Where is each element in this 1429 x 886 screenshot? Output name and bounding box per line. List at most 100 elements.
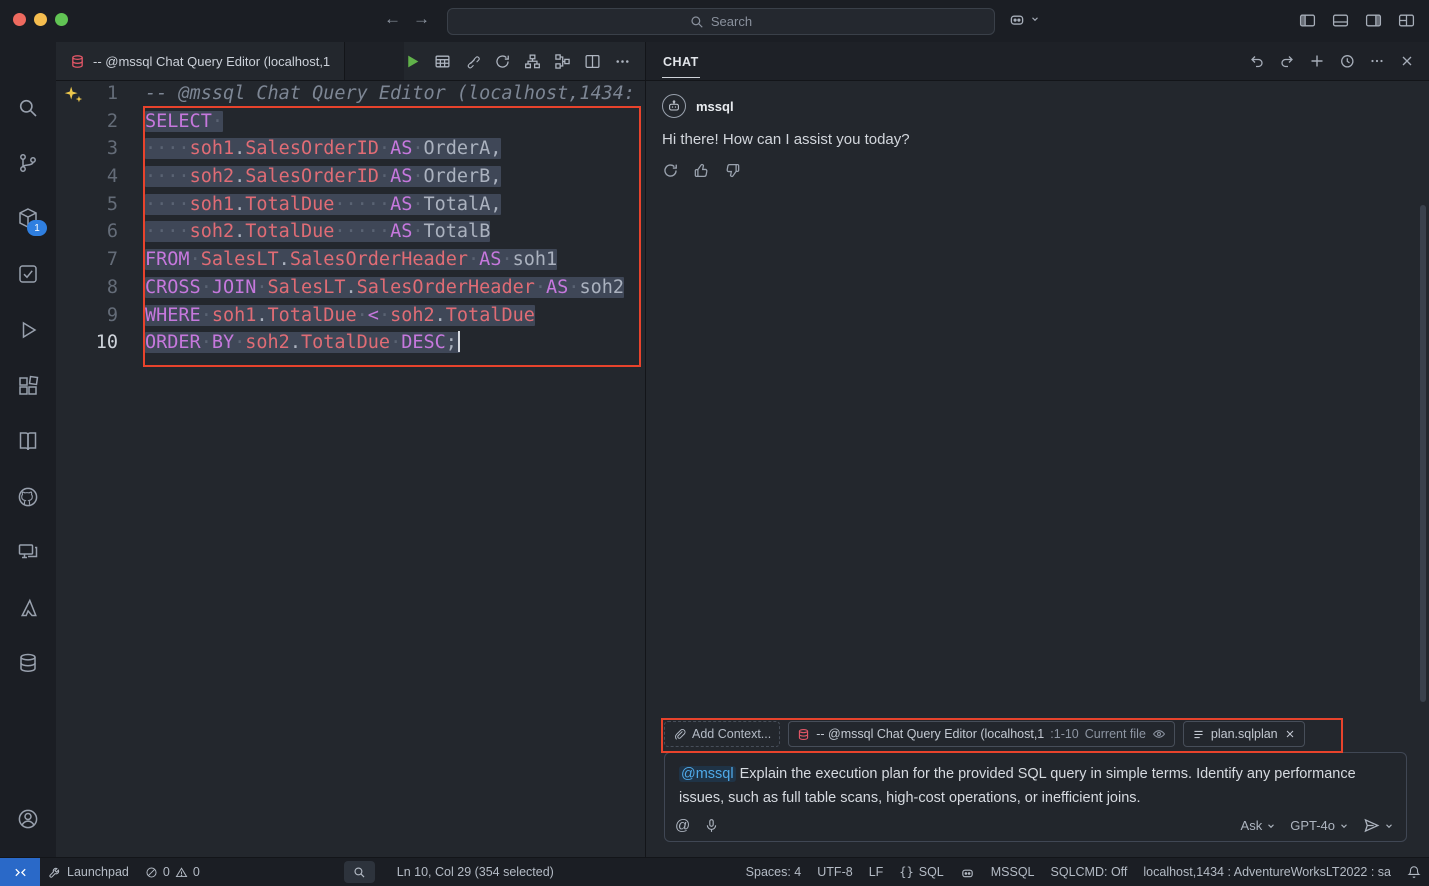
problems-status[interactable]: 0 0 bbox=[137, 858, 208, 886]
line-content[interactable]: SELECT· bbox=[118, 108, 223, 136]
command-center-search[interactable]: Search bbox=[447, 8, 995, 35]
sqlcmd-status[interactable]: SQLCMD: Off bbox=[1043, 858, 1136, 886]
toggle-secondary-sidebar-icon[interactable] bbox=[1365, 12, 1382, 29]
tab-mssql-chat-query-editor[interactable]: -- @mssql Chat Query Editor (localhost,1 bbox=[56, 42, 345, 80]
copilot-sparkle-icon[interactable] bbox=[62, 83, 84, 105]
run-query-icon[interactable] bbox=[404, 53, 421, 70]
line-number[interactable]: 2 bbox=[56, 108, 118, 136]
query-plan-icon[interactable] bbox=[524, 53, 541, 70]
line-content[interactable]: -- @mssql Chat Query Editor (localhost,1… bbox=[118, 80, 635, 108]
line-number[interactable]: 9 bbox=[56, 302, 118, 330]
line-content[interactable]: WHERE·soh1.TotalDue·<·soh2.TotalDue bbox=[118, 302, 535, 330]
language-status[interactable]: {} SQL bbox=[891, 858, 951, 886]
cursor-position-status[interactable]: Ln 10, Col 29 (354 selected) bbox=[389, 858, 562, 886]
sidebar-item-tasks[interactable] bbox=[16, 262, 40, 286]
line-number[interactable]: 8 bbox=[56, 274, 118, 302]
line-content[interactable]: ····soh2.TotalDue·····AS·TotalB bbox=[118, 218, 490, 246]
code-line[interactable]: 5····soh1.TotalDue·····AS·TotalA, bbox=[56, 191, 645, 219]
chat-input-text[interactable]: @mssql Explain the execution plan for th… bbox=[665, 753, 1406, 810]
add-context-button[interactable]: Add Context... bbox=[664, 721, 780, 747]
eye-icon[interactable] bbox=[1152, 727, 1166, 741]
mention-icon[interactable]: @ bbox=[675, 817, 690, 834]
split-editor-icon[interactable] bbox=[584, 53, 601, 70]
navigate-forward-icon[interactable]: → bbox=[413, 9, 430, 29]
code-line[interactable]: 9WHERE·soh1.TotalDue·<·soh2.TotalDue bbox=[56, 302, 645, 330]
chat-input-box[interactable]: @mssql Explain the execution plan for th… bbox=[664, 752, 1407, 842]
send-button[interactable] bbox=[1363, 817, 1394, 834]
code-line[interactable]: 4····soh2.SalesOrderID·AS·OrderB, bbox=[56, 163, 645, 191]
thumbs-up-icon[interactable] bbox=[693, 162, 710, 179]
mssql-mention[interactable]: @mssql bbox=[679, 766, 736, 782]
more-actions-icon[interactable] bbox=[614, 53, 631, 70]
sidebar-item-extensions[interactable] bbox=[16, 374, 40, 398]
mode-picker[interactable]: Ask bbox=[1241, 818, 1277, 833]
eol-status[interactable]: LF bbox=[861, 858, 892, 886]
copilot-status[interactable] bbox=[952, 858, 983, 886]
sidebar-item-database-projects[interactable] bbox=[16, 651, 40, 675]
mssql-status[interactable]: MSSQL bbox=[983, 858, 1043, 886]
context-chip-plan-file[interactable]: plan.sqlplan bbox=[1183, 721, 1305, 747]
remote-indicator[interactable] bbox=[0, 858, 40, 886]
connection-status[interactable]: localhost,1434 : AdventureWorksLT2022 : … bbox=[1135, 858, 1399, 886]
connection-icon[interactable] bbox=[464, 53, 481, 70]
code-line[interactable]: 8CROSS·JOIN·SalesLT.SalesOrderHeader·AS·… bbox=[56, 274, 645, 302]
line-number[interactable]: 4 bbox=[56, 163, 118, 191]
sidebar-item-github[interactable] bbox=[16, 485, 40, 509]
line-number[interactable]: 6 bbox=[56, 218, 118, 246]
code-line[interactable]: 6····soh2.TotalDue·····AS·TotalB bbox=[56, 218, 645, 246]
indentation-status[interactable]: Spaces: 4 bbox=[738, 858, 810, 886]
minimize-window-button[interactable] bbox=[34, 13, 47, 26]
line-content[interactable]: ORDER·BY·soh2.TotalDue·DESC; bbox=[118, 329, 460, 357]
notifications-status[interactable] bbox=[1399, 858, 1429, 886]
refresh-connection-icon[interactable] bbox=[494, 53, 511, 70]
thumbs-down-icon[interactable] bbox=[724, 162, 741, 179]
close-window-button[interactable] bbox=[13, 13, 26, 26]
microphone-icon[interactable] bbox=[704, 818, 719, 833]
code-line[interactable]: 1-- @mssql Chat Query Editor (localhost,… bbox=[56, 80, 645, 108]
sidebar-item-azure[interactable] bbox=[16, 596, 40, 620]
new-chat-icon[interactable] bbox=[1309, 53, 1325, 69]
undo-request-icon[interactable] bbox=[1249, 53, 1265, 69]
results-grid-icon[interactable] bbox=[434, 53, 451, 70]
sidebar-item-search[interactable] bbox=[16, 96, 40, 120]
code-line[interactable]: 10ORDER·BY·soh2.TotalDue·DESC; bbox=[56, 329, 645, 357]
line-content[interactable]: ····soh2.SalesOrderID·AS·OrderB, bbox=[118, 163, 501, 191]
line-number[interactable]: 7 bbox=[56, 246, 118, 274]
model-picker[interactable]: GPT-4o bbox=[1290, 818, 1349, 833]
remove-context-icon[interactable] bbox=[1284, 728, 1296, 740]
chat-history-icon[interactable] bbox=[1339, 53, 1355, 69]
customize-layout-icon[interactable] bbox=[1398, 12, 1415, 29]
line-number[interactable]: 5 bbox=[56, 191, 118, 219]
code-line[interactable]: 7FROM·SalesLT.SalesOrderHeader·AS·soh1 bbox=[56, 246, 645, 274]
redo-request-icon[interactable] bbox=[1279, 53, 1295, 69]
more-actions-icon[interactable] bbox=[1369, 53, 1385, 69]
copilot-menu[interactable] bbox=[1008, 10, 1040, 28]
toggle-panel-icon[interactable] bbox=[1332, 12, 1349, 29]
toggle-primary-sidebar-icon[interactable] bbox=[1299, 12, 1316, 29]
line-content[interactable]: ····soh1.TotalDue·····AS·TotalA, bbox=[118, 191, 501, 219]
sidebar-item-packages[interactable]: 1 bbox=[16, 206, 40, 230]
encoding-status[interactable]: UTF-8 bbox=[809, 858, 860, 886]
code-line[interactable]: 2SELECT· bbox=[56, 108, 645, 136]
search-status[interactable] bbox=[344, 861, 375, 883]
regenerate-icon[interactable] bbox=[662, 162, 679, 179]
code-line[interactable]: 3····soh1.SalesOrderID·AS·OrderA, bbox=[56, 135, 645, 163]
zoom-window-button[interactable] bbox=[55, 13, 68, 26]
launchpad-status[interactable]: Launchpad bbox=[40, 858, 137, 886]
line-content[interactable]: CROSS·JOIN·SalesLT.SalesOrderHeader·AS·s… bbox=[118, 274, 624, 302]
chat-panel-title[interactable]: CHAT bbox=[662, 45, 700, 78]
schema-designer-icon[interactable] bbox=[554, 53, 571, 70]
navigate-back-icon[interactable]: ← bbox=[384, 9, 401, 29]
code-editor[interactable]: 1-- @mssql Chat Query Editor (localhost,… bbox=[56, 80, 645, 858]
sidebar-item-run-debug[interactable] bbox=[16, 318, 40, 342]
sidebar-item-source-control[interactable] bbox=[16, 151, 40, 175]
close-panel-icon[interactable] bbox=[1399, 53, 1415, 69]
line-number[interactable]: 3 bbox=[56, 135, 118, 163]
sidebar-item-account[interactable] bbox=[16, 807, 40, 831]
context-chip-current-file[interactable]: -- @mssql Chat Query Editor (localhost,1… bbox=[788, 721, 1175, 747]
chat-scrollbar[interactable] bbox=[1420, 205, 1426, 702]
line-content[interactable]: ····soh1.SalesOrderID·AS·OrderA, bbox=[118, 135, 501, 163]
sidebar-item-remote-explorer[interactable] bbox=[16, 540, 40, 564]
line-content[interactable]: FROM·SalesLT.SalesOrderHeader·AS·soh1 bbox=[118, 246, 557, 274]
line-number[interactable]: 10 bbox=[56, 329, 118, 357]
